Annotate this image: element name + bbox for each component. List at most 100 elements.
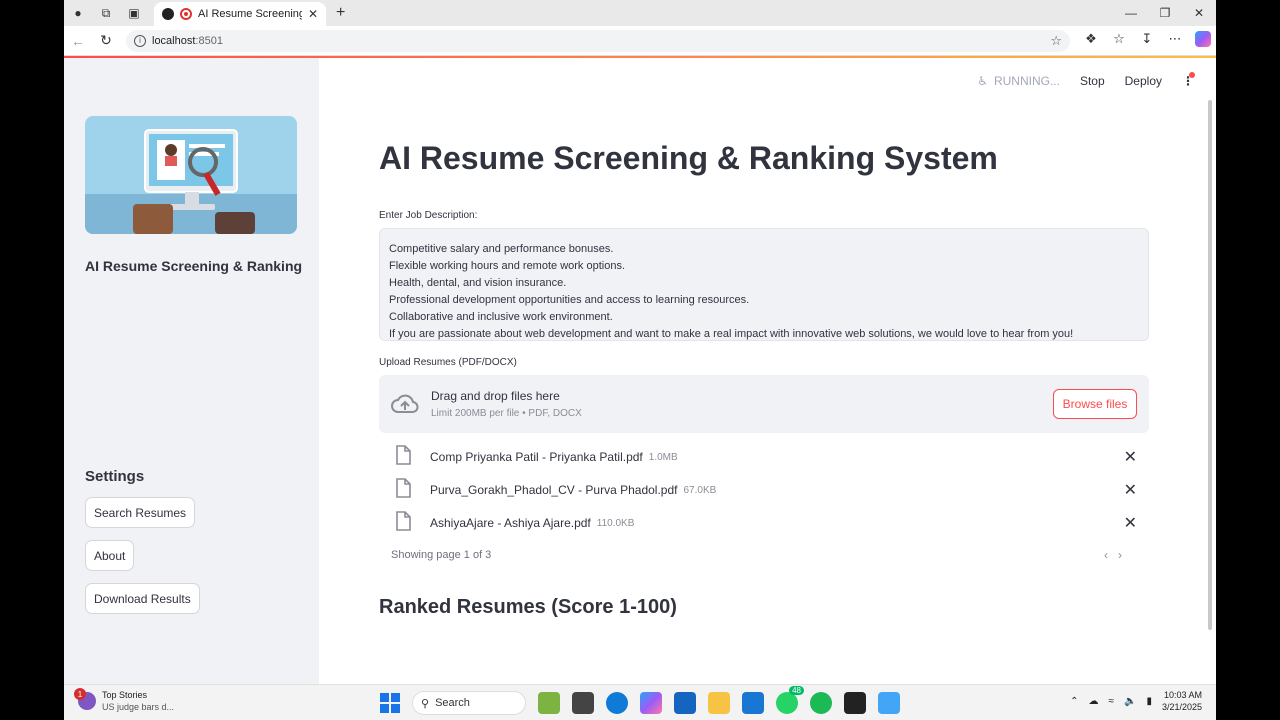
minimize-icon[interactable]: — bbox=[1114, 0, 1148, 26]
letterbox-right bbox=[1216, 0, 1280, 684]
volume-icon[interactable]: 🔈 bbox=[1124, 696, 1136, 707]
sidebar: AI Resume Screening & Ranking Settings S… bbox=[64, 58, 319, 684]
running-icon: ♿ bbox=[977, 74, 988, 88]
uploaded-file-row: Purva_Gorakh_Phadol_CV - Purva Phadol.pd… bbox=[379, 476, 1149, 504]
file-icon bbox=[395, 510, 413, 536]
running-text: RUNNING... bbox=[993, 74, 1060, 88]
copilot-taskbar-icon[interactable] bbox=[640, 692, 662, 714]
more-icon[interactable]: ⋯ bbox=[1164, 31, 1186, 50]
browse-files-button[interactable]: Browse files bbox=[1053, 389, 1137, 419]
upload-label: Upload Resumes (PDF/DOCX) bbox=[379, 357, 517, 368]
system-tray: ⌃ ☁ ≈ 🔈 ▮ 10:03 AM 3/21/2025 bbox=[1070, 689, 1202, 713]
address-bar: ← ↻ i localhost:8501 ☆ ❖ ☆ ↧ ⋯ bbox=[64, 26, 1216, 56]
file-name: Comp Priyanka Patil - Priyanka Patil.pdf bbox=[430, 450, 643, 464]
remove-file-icon[interactable]: ✕ bbox=[1124, 480, 1137, 500]
settings-heading: Settings bbox=[85, 468, 145, 485]
maximize-icon[interactable]: ❐ bbox=[1148, 0, 1182, 26]
close-window-icon[interactable]: ✕ bbox=[1182, 0, 1216, 26]
streamlit-favicon-icon bbox=[162, 8, 174, 20]
uploaded-file-row: Comp Priyanka Patil - Priyanka Patil.pdf… bbox=[379, 443, 1149, 471]
onedrive-icon[interactable]: ☁ bbox=[1088, 696, 1098, 707]
whatsapp-count: 48 bbox=[789, 686, 804, 695]
notepad-icon[interactable] bbox=[878, 692, 900, 714]
taskbar: 1 Top Stories US judge bars d... ⚲ Searc… bbox=[64, 684, 1216, 720]
jd-line: If you are passionate about web developm… bbox=[389, 328, 1074, 340]
file-explorer-dark-icon[interactable] bbox=[572, 692, 594, 714]
about-button[interactable]: About bbox=[85, 540, 135, 571]
job-description-textarea[interactable]: Competitive salary and performance bonus… bbox=[379, 228, 1149, 341]
profile-icon[interactable]: ● bbox=[64, 0, 92, 26]
new-tab-icon[interactable]: + bbox=[336, 4, 345, 22]
workspaces-icon[interactable]: ⧉ bbox=[92, 0, 120, 26]
close-tab-icon[interactable]: ✕ bbox=[308, 7, 318, 21]
back-icon[interactable]: ← bbox=[64, 27, 92, 55]
taskbar-search-label: Search bbox=[435, 697, 470, 709]
page-scrollbar[interactable] bbox=[1208, 100, 1212, 630]
jd-line: Collaborative and inclusive work environ… bbox=[389, 311, 613, 323]
taskbar-search[interactable]: ⚲ Search bbox=[412, 691, 526, 715]
dropzone-instruction: Drag and drop files here bbox=[431, 389, 560, 403]
ranked-resumes-heading: Ranked Resumes (Score 1-100) bbox=[379, 596, 677, 618]
search-resumes-button[interactable]: Search Resumes bbox=[85, 497, 196, 528]
pagination-text: Showing page 1 of 3 bbox=[391, 549, 492, 561]
stop-button[interactable]: Stop bbox=[1080, 74, 1105, 88]
url-field[interactable]: i localhost:8501 ☆ bbox=[126, 29, 1070, 52]
refresh-icon[interactable]: ↻ bbox=[92, 27, 120, 55]
tab-active[interactable]: AI Resume Screening ✕ bbox=[154, 2, 326, 26]
download-results-button[interactable]: Download Results bbox=[85, 583, 200, 614]
main-menu-icon[interactable]: ⋮ bbox=[1182, 72, 1195, 88]
favorites-icon[interactable]: ☆ bbox=[1108, 31, 1130, 50]
jd-line: Competitive salary and performance bonus… bbox=[389, 243, 614, 255]
deploy-button[interactable]: Deploy bbox=[1125, 74, 1162, 88]
terminal-icon[interactable] bbox=[844, 692, 866, 714]
news-subtitle: US judge bars d... bbox=[102, 702, 175, 712]
spotify-icon[interactable] bbox=[810, 692, 832, 714]
file-size: 110.0KB bbox=[596, 517, 635, 529]
news-widget[interactable]: 1 Top Stories US judge bars d... bbox=[74, 688, 175, 713]
uploaded-file-row: AshiyaAjare - Ashiya Ajare.pdf 110.0KB ✕ bbox=[379, 509, 1149, 537]
wifi-icon[interactable]: ≈ bbox=[1108, 696, 1114, 707]
file-dropzone[interactable]: Drag and drop files here Limit 200MB per… bbox=[379, 375, 1149, 433]
recording-icon bbox=[180, 8, 192, 20]
folder-icon[interactable] bbox=[708, 692, 730, 714]
battery-icon[interactable]: ▮ bbox=[1146, 696, 1152, 707]
clock[interactable]: 10:03 AM 3/21/2025 bbox=[1162, 689, 1202, 713]
remove-file-icon[interactable]: ✕ bbox=[1124, 513, 1137, 533]
file-size: 1.0MB bbox=[648, 451, 678, 463]
store-icon[interactable] bbox=[742, 692, 764, 714]
cloud-upload-icon bbox=[391, 393, 419, 420]
page-title: AI Resume Screening & Ranking System bbox=[379, 140, 998, 176]
clock-time: 10:03 AM bbox=[1163, 690, 1202, 700]
letterbox-left bbox=[0, 0, 64, 684]
copilot-icon[interactable] bbox=[1192, 31, 1214, 50]
news-title: Top Stories bbox=[102, 690, 148, 700]
tab-actions-icon[interactable]: ▣ bbox=[120, 0, 148, 26]
dropzone-limit: Limit 200MB per file • PDF, DOCX bbox=[431, 408, 582, 419]
sidebar-title: AI Resume Screening & Ranking bbox=[85, 258, 303, 274]
jd-line: Professional development opportunities a… bbox=[389, 294, 750, 306]
extensions-icon[interactable]: ❖ bbox=[1080, 31, 1102, 50]
favorite-star-icon[interactable]: ☆ bbox=[1050, 33, 1062, 49]
news-badge: 1 bbox=[74, 688, 86, 700]
start-icon[interactable] bbox=[380, 693, 400, 713]
app-icon[interactable] bbox=[538, 692, 560, 714]
prev-page-icon[interactable]: ‹ bbox=[1104, 548, 1108, 562]
site-info-icon[interactable]: i bbox=[134, 34, 146, 47]
file-name: AshiyaAjare - Ashiya Ajare.pdf bbox=[430, 516, 591, 530]
edge-icon[interactable] bbox=[606, 692, 628, 714]
whatsapp-icon[interactable]: 48 bbox=[776, 686, 804, 714]
tray-chevron-icon[interactable]: ⌃ bbox=[1070, 696, 1078, 707]
widgets-icon: 1 bbox=[74, 688, 96, 710]
tab-title: AI Resume Screening bbox=[198, 8, 302, 20]
dell-icon[interactable] bbox=[674, 692, 696, 714]
next-page-icon[interactable]: › bbox=[1118, 548, 1122, 562]
file-name: Purva_Gorakh_Phadol_CV - Purva Phadol.pd… bbox=[430, 483, 678, 497]
remove-file-icon[interactable]: ✕ bbox=[1124, 447, 1137, 467]
url-port: :8501 bbox=[195, 34, 223, 47]
jd-line: Flexible working hours and remote work o… bbox=[389, 260, 626, 272]
clock-date: 3/21/2025 bbox=[1161, 702, 1202, 712]
file-size: 67.0KB bbox=[683, 484, 717, 496]
downloads-icon[interactable]: ↧ bbox=[1136, 31, 1158, 50]
browser-window: ● ⧉ ▣ AI Resume Screening ✕ + — ❐ ✕ ← ↻ … bbox=[64, 0, 1216, 684]
url-host: localhost bbox=[152, 34, 196, 47]
